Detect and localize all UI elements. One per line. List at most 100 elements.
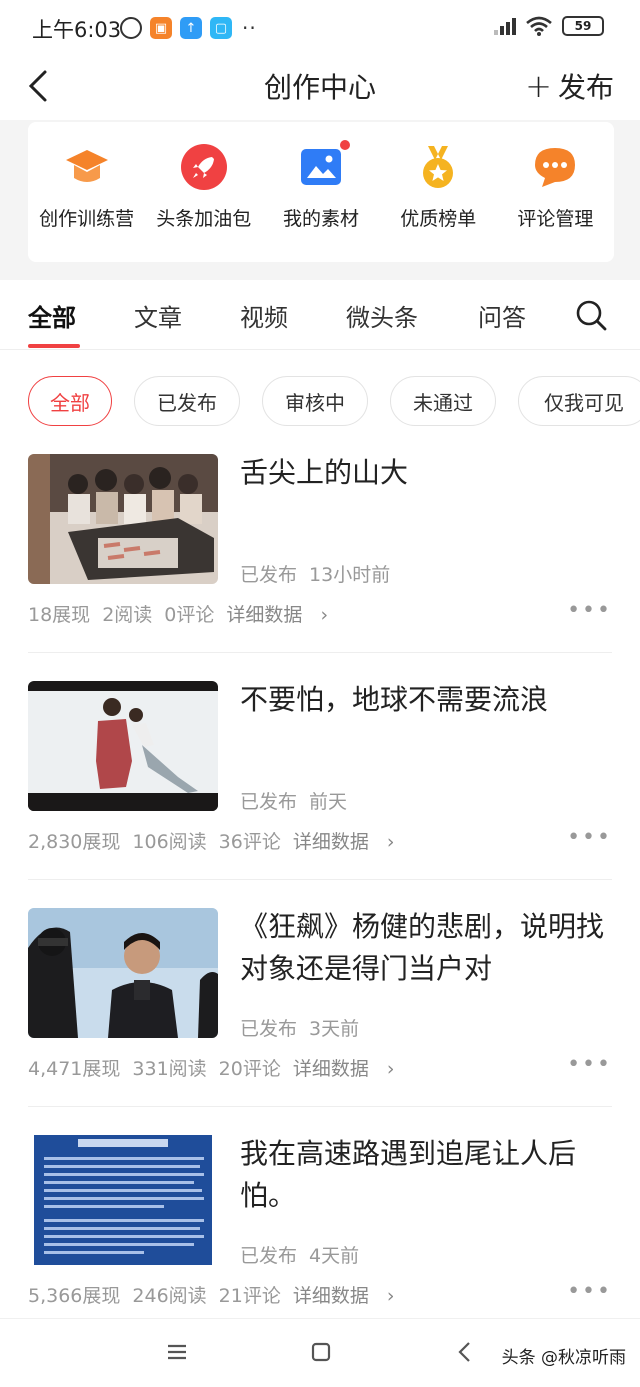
upload-app-icon: ↑ — [180, 17, 202, 39]
chevron-left-icon — [458, 1342, 470, 1362]
filter-private[interactable]: 仅我可见 — [518, 376, 640, 426]
new-badge — [338, 138, 352, 152]
comments-count: 0评论 — [164, 604, 215, 626]
divider — [28, 1106, 612, 1107]
tool-training-camp[interactable]: 创作训练营 — [28, 122, 145, 262]
tool-quality-ranking[interactable]: 优质榜单 — [380, 122, 497, 262]
detail-data-link[interactable]: 详细数据 › — [293, 831, 407, 853]
impressions-count: 2,830展现 — [28, 831, 121, 853]
tool-label: 头条加油包 — [156, 208, 252, 230]
list-item[interactable]: 舌尖上的山大 已发布 13小时前 18展现 2阅读 0评论 详细数据 › ••• — [0, 454, 640, 680]
detail-data-link[interactable]: 详细数据 › — [226, 604, 340, 626]
shopping-app-icon: ▣ — [150, 17, 172, 39]
tool-label: 我的素材 — [283, 208, 360, 230]
tab-videos[interactable]: 视频 — [240, 298, 288, 333]
alarm-icon — [120, 17, 142, 39]
wifi-icon — [526, 16, 552, 36]
list-item[interactable]: 不要怕，地球不需要流浪 已发布 前天 2,830展现 106阅读 36评论 详细数据 ›… — [0, 681, 640, 907]
reads-count: 246阅读 — [132, 1285, 207, 1307]
recent-apps-button[interactable] — [162, 1337, 192, 1367]
article-stats: 2,830展现 106阅读 36评论 详细数据 › — [28, 827, 419, 854]
comments-count: 21评论 — [218, 1285, 281, 1307]
battery-icon: 59 — [562, 16, 604, 36]
tab-all[interactable]: 全部 — [28, 298, 76, 333]
rocket-icon — [180, 144, 227, 190]
tool-comment-management[interactable]: 评论管理 — [497, 122, 614, 262]
system-navigation-bar: 头条 @秋凉听雨 — [0, 1318, 640, 1387]
reads-count: 331阅读 — [132, 1058, 207, 1080]
filter-under-review[interactable]: 审核中 — [262, 376, 368, 426]
article-status: 已发布 前天 — [240, 787, 347, 814]
home-square-icon — [311, 1342, 331, 1362]
article-title[interactable]: 《狂飙》杨健的悲剧，说明找对象还是得门当户对 — [240, 906, 610, 990]
article-stats: 4,471展现 331阅读 20评论 详细数据 › — [28, 1054, 419, 1081]
publish-status: 已发布 — [240, 564, 298, 586]
article-title[interactable]: 我在高速路遇到追尾让人后怕。 — [240, 1133, 610, 1217]
search-icon — [576, 300, 607, 331]
detail-data-label: 详细数据 — [292, 1058, 369, 1080]
article-stats: 18展现 2阅读 0评论 详细数据 › — [28, 600, 352, 627]
system-back-button[interactable] — [450, 1337, 480, 1367]
article-thumbnail — [28, 1135, 218, 1265]
article-status: 已发布 4天前 — [240, 1241, 359, 1268]
tab-micro-posts[interactable]: 微头条 — [346, 298, 418, 333]
article-thumbnail — [28, 454, 218, 584]
article-title[interactable]: 不要怕，地球不需要流浪 — [240, 679, 610, 721]
filter-rejected[interactable]: 未通过 — [390, 376, 496, 426]
publish-button[interactable]: + 发布 — [525, 66, 614, 106]
publish-time: 4天前 — [309, 1245, 360, 1267]
article-thumbnail — [28, 908, 218, 1038]
tool-label: 创作训练营 — [39, 208, 135, 230]
signal-icon — [494, 17, 516, 35]
chevron-right-icon: › — [320, 604, 329, 626]
chevron-right-icon: › — [386, 831, 395, 853]
image-icon — [298, 138, 352, 190]
article-thumbnail — [28, 681, 218, 811]
home-button[interactable] — [306, 1337, 336, 1367]
list-item[interactable]: 《狂飙》杨健的悲剧，说明找对象还是得门当户对 已发布 3天前 4,471展现 331… — [0, 908, 640, 1134]
publish-status: 已发布 — [240, 1018, 298, 1040]
app-notification-icon: ▢ — [210, 17, 232, 39]
publish-time: 3天前 — [309, 1018, 360, 1040]
impressions-count: 4,471展现 — [28, 1058, 121, 1080]
status-notification-icons: ▣ ↑ ▢ ·· — [120, 16, 257, 40]
active-tab-indicator — [28, 344, 80, 348]
article-status: 已发布 3天前 — [240, 1014, 359, 1041]
detail-data-link[interactable]: 详细数据 › — [293, 1058, 407, 1080]
more-options-icon[interactable]: ••• — [567, 1279, 612, 1304]
search-button[interactable] — [574, 298, 610, 334]
tab-qa[interactable]: 问答 — [478, 298, 526, 333]
main-tabs: 全部 文章 视频 微头条 问答 — [0, 282, 640, 350]
status-time: 上午6:03 — [32, 18, 122, 42]
detail-data-link[interactable]: 详细数据 › — [293, 1285, 407, 1307]
tool-my-materials[interactable]: 我的素材 — [262, 122, 379, 262]
detail-data-label: 详细数据 — [292, 831, 369, 853]
chevron-right-icon: › — [386, 1285, 395, 1307]
filter-published[interactable]: 已发布 — [134, 376, 240, 426]
article-stats: 5,366展现 246阅读 21评论 详细数据 › — [28, 1281, 419, 1308]
impressions-count: 5,366展现 — [28, 1285, 121, 1307]
more-options-icon[interactable]: ••• — [567, 825, 612, 850]
article-status: 已发布 13小时前 — [240, 560, 390, 587]
tool-boost-pack[interactable]: 头条加油包 — [145, 122, 262, 262]
comments-count: 20评论 — [218, 1058, 281, 1080]
reads-count: 106阅读 — [132, 831, 207, 853]
status-bar: 上午6:03 ▣ ↑ ▢ ·· 59 — [0, 0, 640, 56]
more-options-icon[interactable]: ••• — [567, 598, 612, 623]
comments-count: 36评论 — [218, 831, 281, 853]
reads-count: 2阅读 — [102, 604, 153, 626]
tools-card: 创作训练营 头条加油包 我的素材 优质榜单 评论管理 — [28, 122, 614, 262]
status-system-icons: 59 — [494, 16, 604, 36]
publish-time: 前天 — [309, 791, 348, 813]
tab-articles[interactable]: 文章 — [134, 298, 182, 333]
article-title[interactable]: 舌尖上的山大 — [240, 452, 610, 494]
more-notifications-icon: ·· — [242, 16, 257, 40]
divider — [28, 879, 612, 880]
publish-label: 发布 — [557, 71, 614, 104]
detail-data-label: 详细数据 — [292, 1285, 369, 1307]
publish-status: 已发布 — [240, 1245, 298, 1267]
menu-icon — [168, 1344, 186, 1360]
medal-icon — [415, 144, 461, 190]
more-options-icon[interactable]: ••• — [567, 1052, 612, 1077]
filter-all[interactable]: 全部 — [28, 376, 112, 426]
